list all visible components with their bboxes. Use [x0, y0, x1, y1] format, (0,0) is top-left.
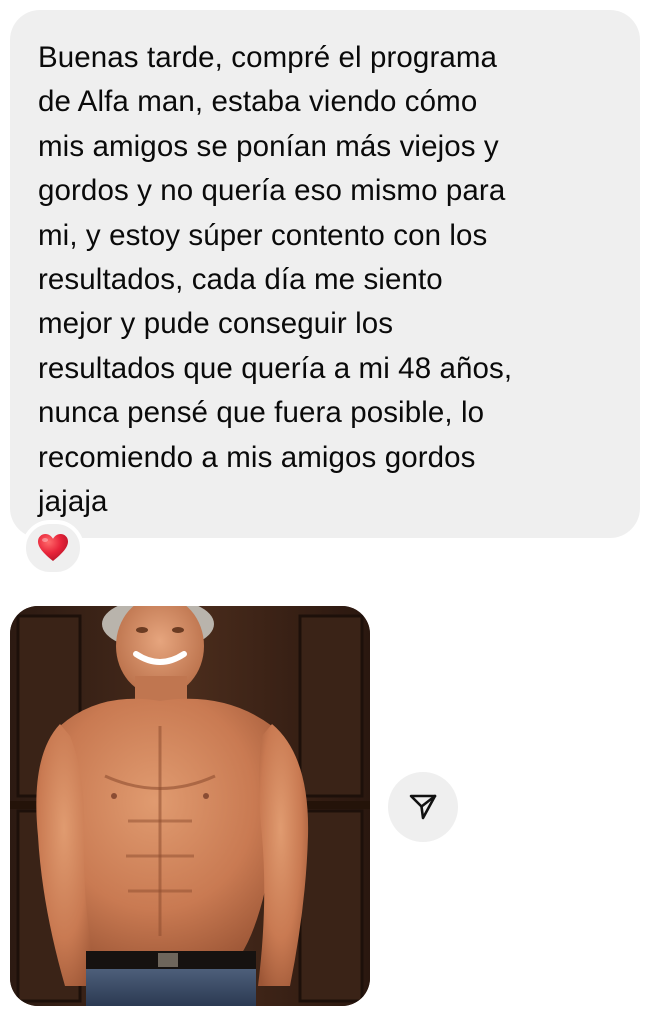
shared-photo[interactable]: [10, 606, 370, 1006]
share-button[interactable]: [388, 772, 458, 842]
shirtless-man-photo: [10, 606, 370, 1006]
send-icon: [409, 794, 437, 820]
red-heart-icon: [38, 534, 68, 561]
reaction-badge[interactable]: [22, 520, 84, 576]
message-bubble[interactable]: Buenas tarde, compré el programa de Alfa…: [10, 10, 640, 538]
message-text: Buenas tarde, compré el programa de Alfa…: [38, 41, 513, 519]
chat-thread: Buenas tarde, compré el programa de Alfa…: [0, 0, 648, 1024]
